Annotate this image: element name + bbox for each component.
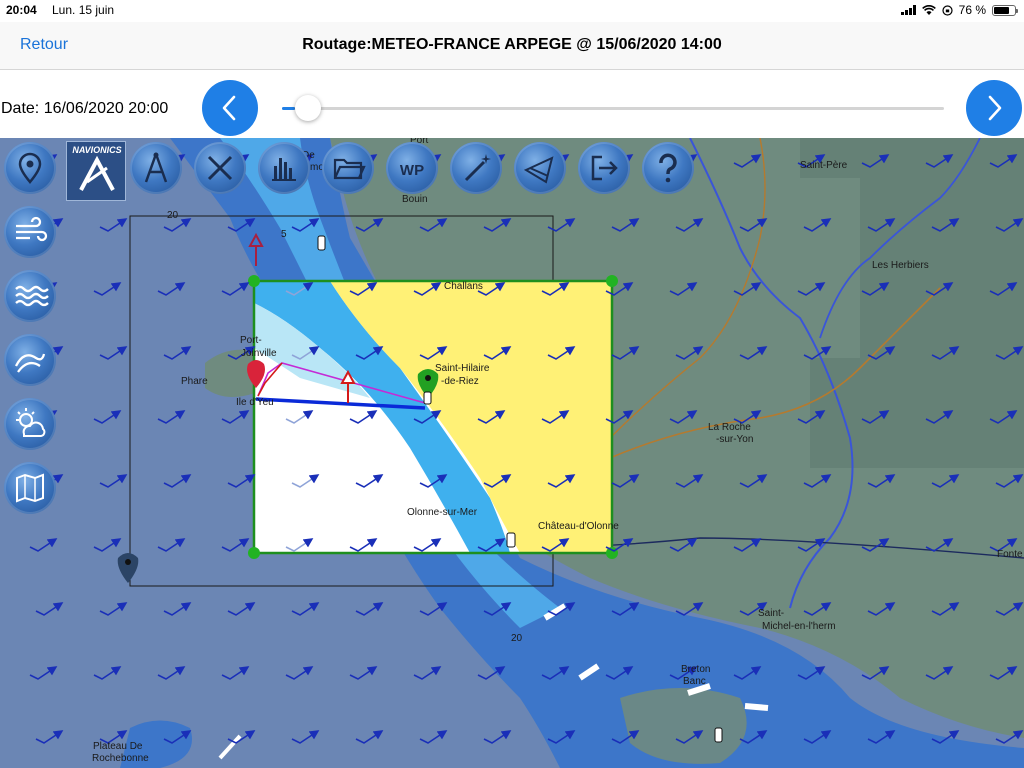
map-label-saint-michel-2: Michel-en-l'herm [762,621,836,632]
buoy-icon [317,235,326,251]
map-view[interactable]: Port De mo Bouin Saint-Père Les Herbiers… [0,138,1024,768]
status-bar: 20:04 Lun. 15 juin 76 % [0,0,1024,22]
weather-layer-button[interactable] [4,398,56,450]
map-label-saint-hilaire-1: Saint-Hilaire [435,363,490,374]
map-pin-tool-button[interactable] [4,142,56,194]
map-label-depth-20: 20 [167,210,179,221]
weather-icon [16,408,46,437]
map-label-depth-20b: 20 [511,633,523,644]
map-label-port-joinville-2: Joinville [241,348,277,359]
map-label-la-roche-1: La Roche [708,422,751,433]
map-label-fonte: Fonte [997,549,1023,560]
time-slider[interactable] [282,95,944,121]
navionics-logo-mark [79,155,115,191]
exit-tool-button[interactable] [578,142,630,194]
status-date: Lun. 15 juin [52,3,115,17]
wind-icon [16,216,48,242]
ferry-icon [744,703,769,711]
map-label-breton-2: Banc [683,676,706,687]
chevron-left-icon [222,95,236,121]
time-slider-thumb[interactable] [295,95,322,121]
help-tool-button[interactable] [642,142,694,194]
close-icon [207,155,233,181]
page-title: Routage:METEO-FRANCE ARPEGE @ 15/06/2020… [302,36,722,53]
auto-route-tool-button[interactable] [450,142,502,194]
routing-icon [523,156,554,184]
open-file-tool-button[interactable] [322,142,374,194]
cellular-signal-icon [900,5,916,15]
map-label-la-roche-2: -sur-Yon [716,434,754,445]
chevron-right-icon [988,95,1002,121]
map-label-les-herbiers: Les Herbiers [872,260,929,271]
map-label-plateau-2: Rochebonne [92,753,149,764]
chart-icon [16,473,44,503]
map-label-port-joinville-1: Port- [240,335,262,346]
buoy-icon [714,727,723,743]
help-icon [659,153,677,183]
waypoint-icon-text: WP [400,162,424,179]
zone-handle-top-left[interactable] [248,275,260,287]
current-layer-button[interactable] [4,334,56,386]
map-label-depth-5: 5 [281,229,287,240]
map-label-saint-michel-1: Saint- [758,608,785,619]
map-label-saint-pere: Saint-Père [800,160,848,171]
measure-tool-button[interactable] [130,142,182,194]
waves-layer-button[interactable] [4,270,56,322]
map-label-bouin: Bouin [402,194,428,205]
buoy-icon [506,532,516,548]
battery-level [994,6,1010,14]
time-control: Date: 16/06/2020 20:00 [0,71,1024,138]
bar-chart-icon [272,158,296,181]
map-label-olonne-sur-mer: Olonne-sur-Mer [407,507,478,518]
battery-percent: 76 % [958,3,986,17]
map-label-breton-1: Breton [681,664,711,675]
zone-handle-top-right[interactable] [606,275,618,287]
navigation-bar: Retour Routage:METEO-FRANCE ARPEGE @ 15/… [0,22,1024,70]
compass-icon [144,152,168,183]
waypoint-tool-button[interactable]: WP [386,142,438,194]
map-label-challans: Challans [444,281,483,292]
date-label: Date: 16/06/2020 20:00 [1,100,169,117]
map-label-ile-dyeu: Ile d'Yeu [236,397,274,408]
wind-layer-button[interactable] [4,206,56,258]
zone-handle-bottom-left[interactable] [248,547,260,559]
map-label-phare: Phare [181,376,208,387]
waves-icon [15,285,49,307]
chart-layer-button[interactable] [4,462,56,514]
navionics-logo: NAVIONICS [66,141,126,201]
map-label-chateau-dolonne: Château-d'Olonne [538,521,619,532]
folder-icon [333,158,366,180]
destination-marker-dot [425,375,431,381]
map-label-plateau-1: Plateau De [93,741,143,752]
routing-tool-button[interactable] [514,142,566,194]
waypoint-icon: WP [400,162,424,179]
buoy-icon [423,391,432,405]
current-icon [14,353,46,373]
time-slider-fill [282,107,296,110]
waypoint-marker-dot [125,559,131,565]
map-pin-icon [18,152,42,184]
previous-time-button[interactable] [202,80,258,136]
nautical-chart[interactable] [0,138,1024,768]
exit-icon [591,155,618,181]
statistics-tool-button[interactable] [258,142,310,194]
clear-tool-button[interactable] [194,142,246,194]
status-indicators: 76 % [900,3,1018,17]
map-label-saint-hilaire-2: -de-Riez [441,376,479,387]
status-time: 20:04 [6,3,37,17]
next-time-button[interactable] [966,80,1022,136]
magic-wand-icon [464,154,491,182]
wifi-icon [921,4,936,15]
battery-icon [992,4,1018,16]
orientation-lock-icon [942,4,953,16]
